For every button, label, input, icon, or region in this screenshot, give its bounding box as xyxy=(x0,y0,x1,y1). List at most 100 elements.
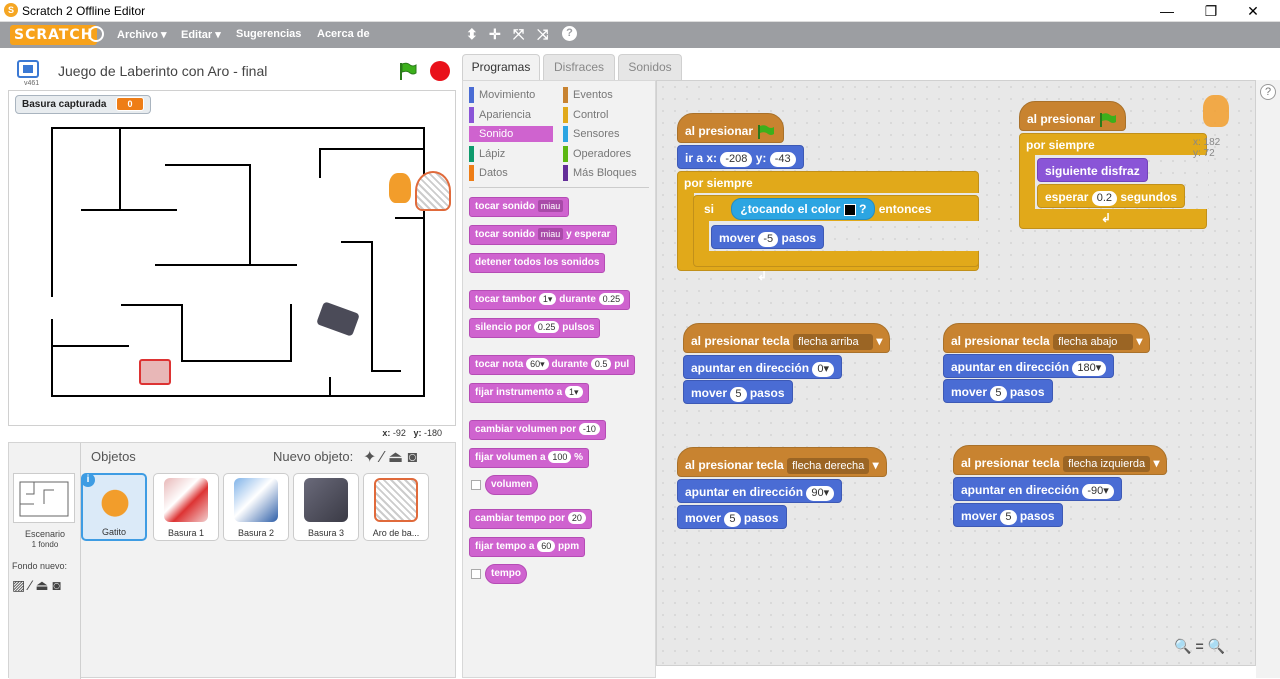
key-left-hat[interactable]: al presionar tecla flecha izquierda ▾ xyxy=(953,445,1168,475)
category-mas-bloques[interactable]: Más Bloques xyxy=(563,165,637,181)
move-block-down[interactable]: mover 5 pasos xyxy=(943,379,1053,403)
category-operadores[interactable]: Operadores xyxy=(563,146,631,162)
stop-button[interactable] xyxy=(430,61,450,81)
grow-tool-icon[interactable]: ⤧ xyxy=(513,26,524,43)
point-direction-block-down[interactable]: apuntar en dirección 180▾ xyxy=(943,354,1115,378)
block-tempo-reporter[interactable]: tempo xyxy=(485,564,527,584)
menu-file[interactable]: Archivo ▾ xyxy=(117,28,167,41)
block-palette: Movimiento Apariencia Sonido Lápiz Datos… xyxy=(462,80,656,678)
basketball-hoop-sprite[interactable] xyxy=(415,171,451,211)
block-play-sound[interactable]: tocar sonido miau xyxy=(469,197,570,217)
cat-sprite[interactable] xyxy=(389,173,411,203)
wait-block[interactable]: esperar 0.2 segundos xyxy=(1037,184,1186,208)
project-title[interactable]: Juego de Laberinto con Aro - final xyxy=(58,63,267,79)
volume-checkbox[interactable] xyxy=(471,480,481,490)
stage-backdrop-count: 1 fondo xyxy=(31,540,59,549)
green-flag-icon xyxy=(758,124,775,139)
when-flag-clicked-hat-2[interactable]: al presionar xyxy=(1019,101,1127,131)
version-label: v461 xyxy=(24,80,40,87)
sprites-header: Objetos xyxy=(91,449,136,464)
block-change-tempo[interactable]: cambiar tempo por 20 xyxy=(469,509,592,529)
new-sprite-label: Nuevo objeto: xyxy=(273,449,354,464)
minimize-button[interactable]: — xyxy=(1144,0,1190,22)
scratch-logo[interactable]: SCRATCH xyxy=(10,25,98,45)
menu-bar: SCRATCH Archivo ▾ Editar ▾ Sugerencias A… xyxy=(0,22,1280,48)
move-block-up[interactable]: mover 5 pasos xyxy=(683,380,793,404)
menu-tips[interactable]: Sugerencias xyxy=(236,28,301,40)
tab-programas[interactable]: Programas xyxy=(462,54,540,81)
category-sonido[interactable]: Sonido xyxy=(469,126,553,142)
mouse-coords: x: -92 y: -180 xyxy=(382,428,442,438)
goto-xy-block[interactable]: ir a x: -208 y: -43 xyxy=(677,145,804,169)
category-apariencia[interactable]: Apariencia xyxy=(469,107,531,123)
category-movimiento[interactable]: Movimiento xyxy=(469,87,535,103)
tab-sonidos[interactable]: Sonidos xyxy=(618,54,682,80)
key-up-hat[interactable]: al presionar tecla flecha arriba ▾ xyxy=(683,323,891,353)
if-label: si ¿tocando el color ? entonces xyxy=(697,197,938,221)
block-set-tempo[interactable]: fijar tempo a 60 ppm xyxy=(469,537,586,557)
when-flag-clicked-hat[interactable]: al presionar xyxy=(677,113,785,143)
sprite-thumb-aro[interactable]: Aro de ba... xyxy=(363,473,429,541)
category-lapiz[interactable]: Lápiz xyxy=(469,146,505,162)
touching-color-block: ¿tocando el color ? xyxy=(731,198,876,220)
maximize-button[interactable]: ❐ xyxy=(1188,0,1234,22)
green-flag-icon[interactable] xyxy=(398,61,418,81)
new-backdrop-icons[interactable]: ▨ ⁄ ⏏ ◙ xyxy=(12,577,61,594)
green-flag-icon xyxy=(1100,112,1117,127)
language-globe-icon[interactable] xyxy=(88,26,104,42)
sprite-thumb-gatito[interactable]: i Gatito xyxy=(81,473,147,541)
duplicate-tool-icon[interactable]: ⬍ xyxy=(466,26,478,43)
block-set-volume[interactable]: fijar volumen a 100 % xyxy=(469,448,590,468)
category-eventos[interactable]: Eventos xyxy=(563,87,613,103)
next-costume-block[interactable]: siguiente disfraz xyxy=(1037,158,1148,182)
block-stop-all-sounds[interactable]: detener todos los sonidos xyxy=(469,253,606,273)
trash-1-sprite[interactable] xyxy=(139,359,171,385)
stage-thumbnail[interactable] xyxy=(13,473,75,523)
point-direction-block-up[interactable]: apuntar en dirección 0▾ xyxy=(683,355,843,379)
block-play-sound-wait[interactable]: tocar sonido miau y esperar xyxy=(469,225,617,245)
loop-arrow-icon: ↲ xyxy=(757,269,768,283)
palette-divider xyxy=(469,187,649,188)
fullscreen-icon[interactable] xyxy=(17,60,39,78)
scripts-area[interactable]: al presionar ir a x: -208 y: -43 por sie… xyxy=(656,80,1256,666)
block-volume-reporter[interactable]: volumen xyxy=(485,475,539,495)
monitor-value: 0 xyxy=(116,97,144,111)
point-direction-block-right[interactable]: apuntar en dirección 90▾ xyxy=(677,479,843,503)
category-control[interactable]: Control xyxy=(563,107,608,123)
help-tool-icon[interactable]: ? xyxy=(562,26,577,41)
stage-canvas[interactable]: Basura capturada 0 xyxy=(8,90,456,426)
block-rest-for[interactable]: silencio por 0.25 pulsos xyxy=(469,318,601,338)
sprite-thumb-basura-1[interactable]: Basura 1 xyxy=(153,473,219,541)
key-right-hat[interactable]: al presionar tecla flecha derecha ▾ xyxy=(677,447,887,477)
title-bar: S Scratch 2 Offline Editor — ❐ ✕ xyxy=(0,0,1280,22)
right-scroll-area: ? xyxy=(1256,80,1280,678)
tempo-checkbox[interactable] xyxy=(471,569,481,579)
key-down-hat[interactable]: al presionar tecla flecha abajo ▾ xyxy=(943,323,1151,353)
move-steps-block[interactable]: mover -5 pasos xyxy=(711,225,825,249)
move-block-right[interactable]: mover 5 pasos xyxy=(677,505,787,529)
point-direction-block-left[interactable]: apuntar en dirección -90▾ xyxy=(953,477,1122,501)
help-icon[interactable]: ? xyxy=(1260,84,1276,100)
zoom-controls[interactable]: 🔍 = 🔍 xyxy=(1174,638,1225,655)
trash-3-sprite[interactable] xyxy=(316,301,360,337)
variable-monitor: Basura capturada 0 xyxy=(15,95,151,114)
tab-disfraces[interactable]: Disfraces xyxy=(543,54,615,80)
shrink-tool-icon[interactable]: ⤨ xyxy=(537,26,548,43)
close-button[interactable]: ✕ xyxy=(1230,0,1276,22)
move-block-left[interactable]: mover 5 pasos xyxy=(953,503,1063,527)
block-set-instrument[interactable]: fijar instrumento a 1▾ xyxy=(469,383,589,403)
menu-about[interactable]: Acerca de xyxy=(317,28,370,40)
category-sensores[interactable]: Sensores xyxy=(563,126,619,142)
loop-arrow-icon: ↲ xyxy=(1101,211,1112,225)
menu-edit[interactable]: Editar ▾ xyxy=(181,28,221,41)
block-play-drum[interactable]: tocar tambor 1▾ durante 0.25 xyxy=(469,290,631,310)
sprite-thumb-basura-3[interactable]: Basura 3 xyxy=(293,473,359,541)
delete-tool-icon[interactable]: ✛ xyxy=(489,26,501,43)
block-change-volume[interactable]: cambiar volumen por -10 xyxy=(469,420,606,440)
sprite-thumb-basura-2[interactable]: Basura 2 xyxy=(223,473,289,541)
category-datos[interactable]: Datos xyxy=(469,165,508,181)
app-icon: S xyxy=(4,3,18,17)
block-play-note[interactable]: tocar nota 60▾ durante 0.5 pul xyxy=(469,355,636,375)
forever-label: por siempre xyxy=(684,176,753,190)
new-sprite-icons[interactable]: ✦ ⁄ ⏏ ◙ xyxy=(363,447,417,467)
